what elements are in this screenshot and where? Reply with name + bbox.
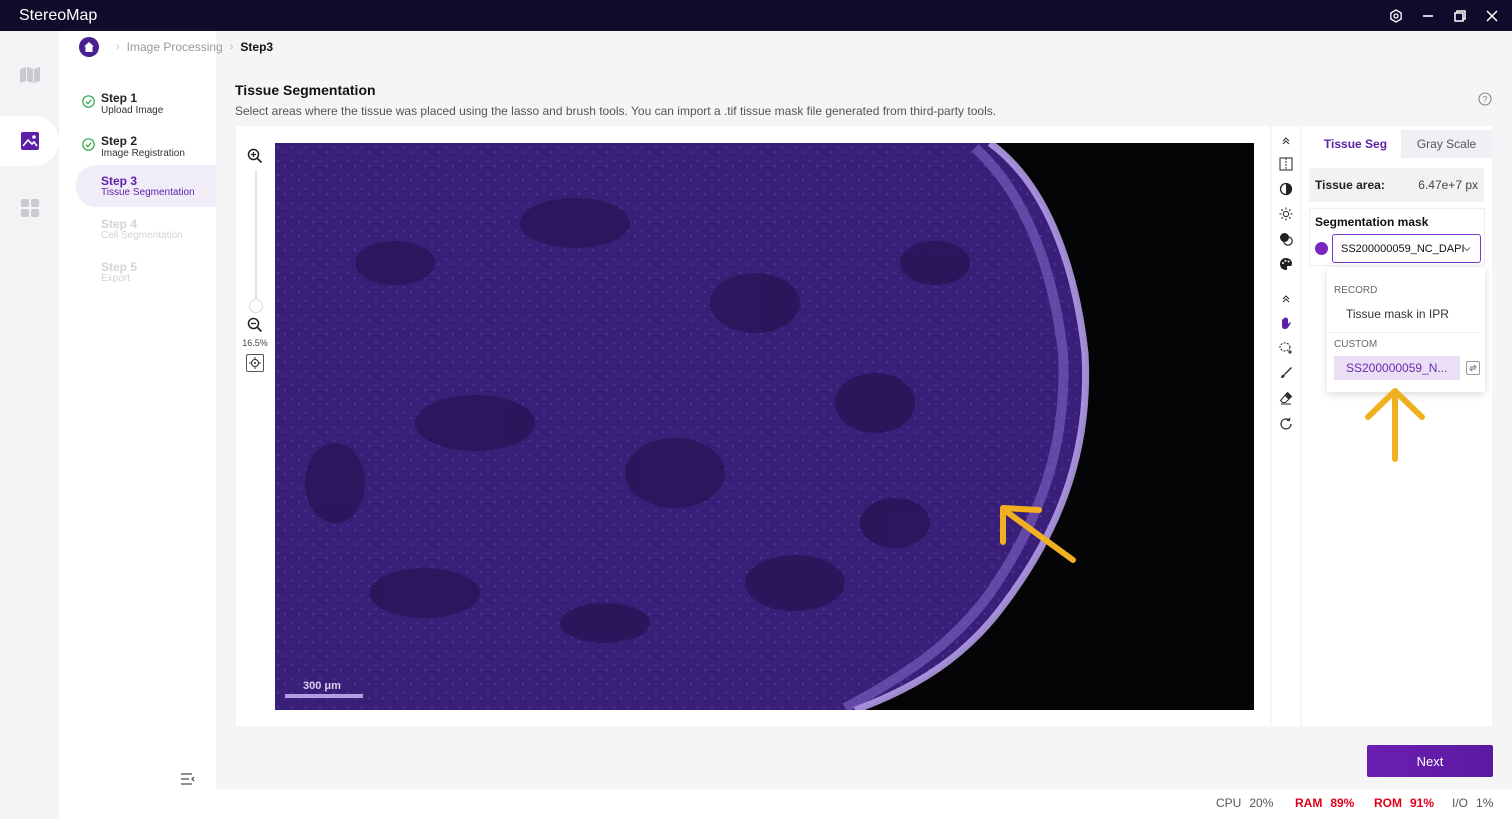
channel-split-icon[interactable] xyxy=(1278,156,1294,172)
image-processing-icon[interactable] xyxy=(0,116,59,166)
help-icon[interactable]: ? xyxy=(1478,92,1492,106)
dropdown-item-custom-mask[interactable]: SS200000059_N... xyxy=(1334,356,1460,380)
cpu-usage: CPU 20% xyxy=(1216,796,1274,810)
next-button[interactable]: Next xyxy=(1367,745,1493,777)
dropdown-group-record: RECORD xyxy=(1334,285,1378,296)
step-item-5: Step 5 Export xyxy=(76,251,216,293)
palette-icon[interactable] xyxy=(1278,256,1294,272)
rom-usage: ROM 91% xyxy=(1374,796,1435,810)
step-description: Tissue Segmentation xyxy=(101,187,195,198)
check-circle-icon xyxy=(82,95,95,108)
segmentation-mask-label: Segmentation mask xyxy=(1315,215,1429,229)
step-title: Step 4 xyxy=(101,217,138,231)
lasso-add-icon[interactable] xyxy=(1278,340,1294,356)
home-icon[interactable] xyxy=(79,37,99,57)
check-circle-icon xyxy=(82,138,95,151)
tab-tissue-seg[interactable]: Tissue Seg xyxy=(1310,130,1401,158)
title-bar: StereoMap xyxy=(0,0,1512,31)
step-title: Step 5 xyxy=(101,260,138,274)
breadcrumb-current: Step3 xyxy=(240,40,274,54)
hand-pan-icon[interactable] xyxy=(1278,315,1294,331)
step-description: Cell Segmentation xyxy=(101,230,183,241)
restore-icon[interactable] xyxy=(1452,8,1468,24)
mask-color-swatch[interactable] xyxy=(1315,242,1328,255)
step-title: Step 3 xyxy=(101,174,138,188)
collapse-up-icon[interactable] xyxy=(1278,133,1294,149)
tissue-area-value: 6.47e+7 px xyxy=(1418,178,1478,192)
breadcrumb-separator: › xyxy=(229,41,234,53)
scale-bar-line xyxy=(285,694,363,698)
step-title: Step 1 xyxy=(101,91,138,105)
tissue-area-box: Tissue area: 6.47e+7 px xyxy=(1309,168,1484,202)
collapse-up-icon[interactable] xyxy=(1278,291,1294,307)
selected-mask-value: SS200000059_NC_DAPI xyxy=(1341,242,1465,255)
page-title: Tissue Segmentation xyxy=(235,82,376,98)
map-icon[interactable] xyxy=(0,50,59,100)
brightness-icon[interactable] xyxy=(1278,206,1294,222)
step-title: Step 2 xyxy=(101,134,138,148)
dropdown-divider xyxy=(1330,332,1480,333)
chevron-down-icon xyxy=(1463,247,1471,252)
step-description: Export xyxy=(101,273,130,284)
panel-tabs: Tissue Seg Gray Scale xyxy=(1310,130,1492,158)
step-item-4: Step 4 Cell Segmentation xyxy=(76,208,216,250)
zoom-slider-handle[interactable] xyxy=(249,299,263,313)
window-controls xyxy=(1388,0,1500,31)
dropdown-group-custom: CUSTOM xyxy=(1334,339,1378,350)
scale-bar-label: 300 μm xyxy=(303,680,341,692)
svg-text:?: ? xyxy=(1482,95,1487,105)
io-usage: I/O 1% xyxy=(1452,796,1494,810)
zoom-level: 16.5% xyxy=(242,338,268,348)
step-item-2[interactable]: Step 2 Image Registration xyxy=(76,128,216,170)
tissue-image-viewer[interactable]: 300 μm xyxy=(275,143,1254,710)
zoom-out-icon[interactable] xyxy=(247,317,263,333)
tab-gray-scale[interactable]: Gray Scale xyxy=(1401,130,1492,158)
scale-bar: 300 μm xyxy=(285,680,363,698)
brush-icon[interactable] xyxy=(1278,365,1294,381)
tissue-area-label: Tissue area: xyxy=(1315,178,1385,192)
app-title: StereoMap xyxy=(19,6,98,24)
zoom-slider-track[interactable] xyxy=(255,170,257,305)
minimize-icon[interactable] xyxy=(1420,8,1436,24)
breadcrumb-image-processing[interactable]: Image Processing xyxy=(127,40,223,54)
step-item-1[interactable]: Step 1 Upload Image xyxy=(76,85,216,127)
apps-icon[interactable] xyxy=(0,183,59,233)
close-icon[interactable] xyxy=(1484,8,1500,24)
dropdown-item-tissue-mask-ipr[interactable]: Tissue mask in IPR xyxy=(1334,302,1460,326)
breadcrumb: › Image Processing › Step3 xyxy=(79,37,273,57)
ram-usage: RAM 89% xyxy=(1295,796,1355,810)
overlay-icon[interactable] xyxy=(1278,231,1294,247)
rename-icon[interactable] xyxy=(1466,361,1480,375)
tissue-image xyxy=(275,143,1254,710)
segmentation-mask-select[interactable]: SS200000059_NC_DAPI xyxy=(1332,234,1481,263)
fit-view-icon[interactable] xyxy=(246,354,264,372)
reset-icon[interactable] xyxy=(1278,416,1294,432)
zoom-in-icon[interactable] xyxy=(247,148,263,164)
breadcrumb-separator: › xyxy=(116,41,120,53)
collapse-sidebar-icon[interactable] xyxy=(180,772,196,786)
step-description: Upload Image xyxy=(101,105,164,116)
eraser-icon[interactable] xyxy=(1278,390,1294,406)
settings-icon[interactable] xyxy=(1388,8,1404,24)
page-description: Select areas where the tissue was placed… xyxy=(235,104,997,118)
step-item-3[interactable]: Step 3 Tissue Segmentation xyxy=(76,165,216,207)
contrast-icon[interactable] xyxy=(1278,181,1294,197)
step-description: Image Registration xyxy=(101,148,185,159)
left-rail xyxy=(0,31,59,819)
